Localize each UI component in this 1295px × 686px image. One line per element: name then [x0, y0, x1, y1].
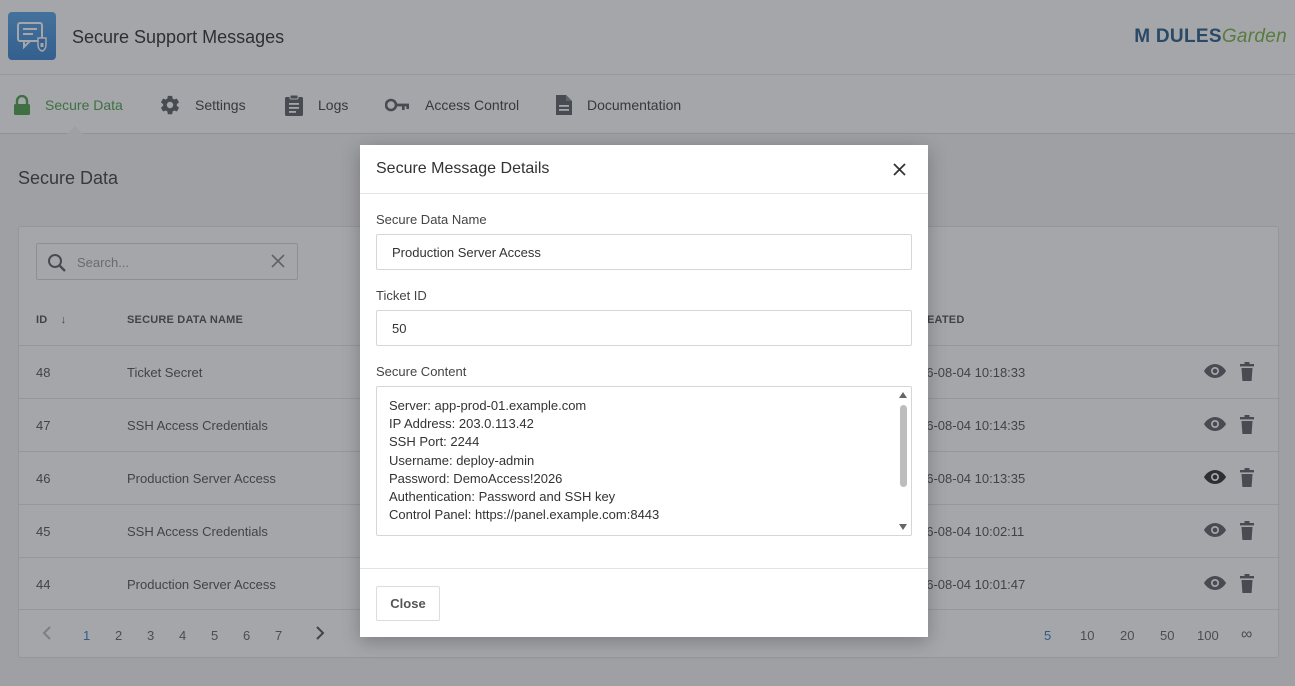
modal-header: Secure Message Details: [360, 145, 928, 194]
secure-data-name-field[interactable]: Production Server Access: [376, 234, 912, 270]
content-line: Password: DemoAccess!2026: [389, 471, 563, 486]
content-line: Authentication: Password and SSH key: [389, 489, 616, 504]
secure-data-name-label: Secure Data Name: [376, 212, 487, 227]
content-line: IP Address: 203.0.113.42: [389, 416, 534, 431]
ticket-id-field[interactable]: 50: [376, 310, 912, 346]
close-icon[interactable]: [893, 163, 906, 181]
secure-content-label: Secure Content: [376, 364, 467, 379]
modal-footer: Close: [360, 568, 928, 637]
modal-title: Secure Message Details: [376, 160, 550, 177]
close-button[interactable]: Close: [376, 586, 440, 621]
secure-message-details-modal: Secure Message Details Secure Data Name …: [360, 145, 928, 637]
content-line: SSH Port: 2244: [389, 434, 480, 449]
content-line: Username: deploy-admin: [389, 453, 535, 468]
scrollbar-thumb[interactable]: [900, 405, 907, 487]
secure-content-textarea[interactable]: Server: app-prod-01.example.com IP Addre…: [376, 386, 912, 536]
scroll-up-arrow-icon[interactable]: [899, 392, 907, 398]
scroll-down-arrow-icon[interactable]: [899, 524, 907, 530]
content-line: Control Panel: https://panel.example.com…: [389, 507, 660, 522]
ticket-id-label: Ticket ID: [376, 288, 427, 303]
content-line: Server: app-prod-01.example.com: [389, 398, 587, 413]
